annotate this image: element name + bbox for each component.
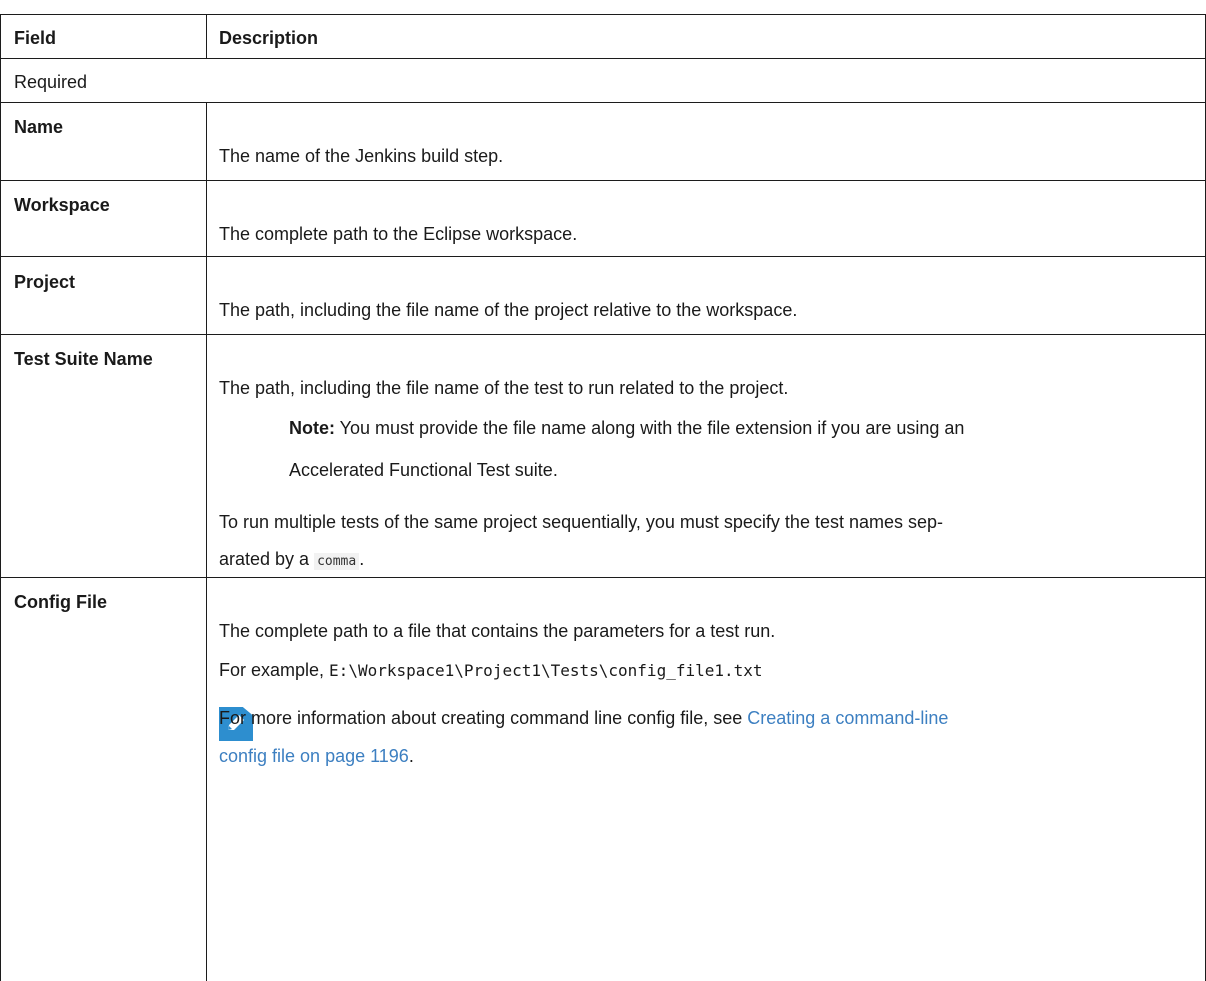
field-config-file: Config File <box>14 592 107 612</box>
header-bottom-border <box>0 58 1206 59</box>
section-required-label: Required <box>14 72 88 92</box>
comma-code: comma <box>314 553 360 570</box>
note-line-2: Accelerated Functional Test suite. <box>289 460 558 480</box>
config-file-link-part-2[interactable]: config file on page 1196 <box>219 746 409 766</box>
row-testsuite-bottom-border <box>0 577 1206 578</box>
description-config-file: The complete path to a file that contain… <box>219 621 776 641</box>
field-project: Project <box>14 272 76 292</box>
more-info-line-1: For more information about creating comm… <box>219 706 948 730</box>
table-left-border <box>0 14 1 102</box>
example-prefix: For example, <box>219 660 330 680</box>
field-name: Name <box>14 117 64 137</box>
row-project-bottom-border <box>0 334 1206 335</box>
note-label: Note: <box>289 418 335 438</box>
description-test-suite-name: The path, including the file name of the… <box>219 378 789 398</box>
link-suffix: . <box>408 746 414 766</box>
table-top-border <box>0 14 1206 15</box>
field-test-suite-name: Test Suite Name <box>14 349 153 369</box>
config-file-link-part-1[interactable]: Creating a command-line <box>747 708 948 728</box>
row-name-bottom-border <box>0 180 1206 181</box>
header-field: Field <box>14 28 57 48</box>
note-text-1: You must provide the file name along wit… <box>335 418 965 438</box>
table-left-border-lower <box>0 102 1 981</box>
more-info-line-2: config file on page 1196. <box>219 744 414 768</box>
column-divider-body <box>206 102 207 981</box>
description-project: The path, including the file name of the… <box>219 300 798 320</box>
field-workspace: Workspace <box>14 195 110 215</box>
test-suite-extra-line-1: To run multiple tests of the same projec… <box>219 512 944 532</box>
column-divider-header <box>206 14 207 58</box>
example-path-code: E:\Workspace1\Project1\Tests\config_file… <box>329 661 763 680</box>
extra-line-2-before: arated by a <box>219 549 315 569</box>
test-suite-extra-line-2: arated by a comma. <box>219 547 364 574</box>
config-example-line: For example, E:\Workspace1\Project1\Test… <box>219 658 763 683</box>
section-bottom-border <box>0 102 1206 103</box>
row-workspace-bottom-border <box>0 256 1206 257</box>
description-name: The name of the Jenkins build step. <box>219 146 504 166</box>
header-description: Description <box>219 28 319 48</box>
note-line-1: Note: You must provide the file name alo… <box>289 416 964 440</box>
extra-line-2-after: . <box>359 549 365 569</box>
more-info-prefix: For more information about creating comm… <box>219 708 748 728</box>
description-workspace: The complete path to the Eclipse workspa… <box>219 224 578 244</box>
